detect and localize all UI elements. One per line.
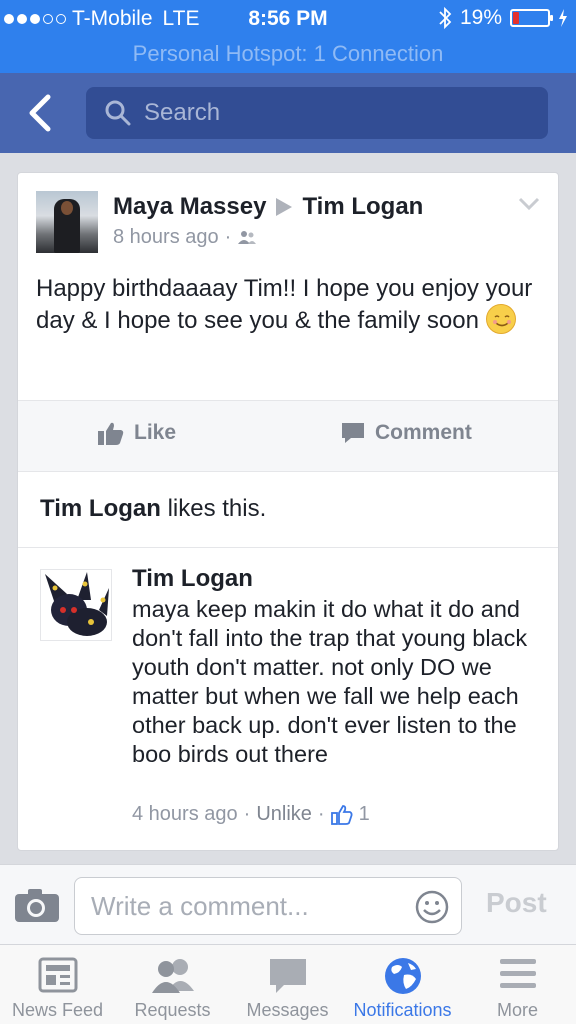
post-header: Maya Massey Tim Logan: [113, 193, 423, 221]
post-text: Happy birthdaaaay Tim!! I hope you enjoy…: [36, 275, 533, 334]
post-timestamp[interactable]: 8 hours ago: [113, 226, 219, 249]
search-placeholder: Search: [144, 99, 221, 126]
like-label: Like: [134, 421, 177, 444]
requests-icon: [151, 959, 194, 993]
avatar-face: [61, 201, 73, 215]
comment-box: [74, 877, 462, 935]
post-card: Maya Massey Tim Logan 8 hours ago · Happ…: [17, 172, 559, 851]
tab-more[interactable]: More: [460, 945, 575, 1024]
post-meta: 8 hours ago ·: [113, 226, 257, 249]
thumbs-up-icon: [98, 422, 124, 445]
comment-text: maya keep makin it do what it do and don…: [132, 596, 528, 767]
tab-requests[interactable]: Requests: [115, 945, 230, 1024]
post-body: Happy birthdaaaay Tim!! I hope you enjoy…: [36, 273, 541, 337]
charging-icon: [559, 9, 567, 27]
arrow-right-icon: [276, 198, 293, 216]
tab-messages[interactable]: Messages: [230, 945, 345, 1024]
tab-label: Requests: [134, 1000, 211, 1020]
comment-button[interactable]: Comment: [341, 421, 472, 445]
thumbs-up-outline-icon: [330, 804, 353, 825]
unlike-button[interactable]: Unlike: [256, 803, 312, 826]
back-chevron-icon: [29, 94, 51, 132]
tab-bar: News Feed Requests Messages Notification…: [0, 944, 576, 1024]
battery-percent: 19%: [459, 6, 502, 29]
comment-timestamp: 4 hours ago: [132, 803, 238, 825]
comment-icon: [342, 423, 364, 443]
nav-bar: Search: [0, 73, 576, 153]
hotspot-banner[interactable]: Personal Hotspot: 1 Connection: [0, 40, 576, 73]
post-target-link[interactable]: Tim Logan: [302, 193, 423, 221]
umbreon-avatar-icon: [45, 572, 109, 636]
status-bar: T-Mobile LTE 8:56 PM 19%: [0, 0, 576, 40]
commenter-avatar[interactable]: [40, 569, 112, 641]
divider: [18, 547, 558, 548]
like-button[interactable]: Like: [98, 421, 176, 445]
friends-audience-icon: [238, 230, 257, 244]
smiling-emoji-icon: [485, 303, 516, 334]
search-icon: [105, 100, 131, 126]
back-button[interactable]: [22, 91, 62, 135]
tab-label: More: [496, 1000, 538, 1020]
comment-composer: Post: [0, 864, 576, 944]
likes-summary[interactable]: Tim Logan likes this.: [40, 495, 266, 523]
comment-like-count[interactable]: 1: [359, 803, 370, 826]
sticker-button[interactable]: [415, 890, 449, 929]
comment-input[interactable]: [91, 890, 401, 922]
likes-suffix: likes this.: [167, 495, 267, 522]
meta-separator: ·: [243, 803, 251, 825]
battery-level: [513, 12, 519, 24]
tab-label: News Feed: [11, 1000, 104, 1020]
liker-name[interactable]: Tim Logan: [40, 495, 161, 522]
menu-icon: [499, 959, 536, 988]
chevron-down-icon: [518, 197, 540, 211]
globe-icon: [384, 958, 421, 994]
news-feed-icon: [38, 957, 77, 993]
search-bar[interactable]: Search: [86, 87, 548, 139]
messages-icon: [269, 959, 306, 993]
tab-news-feed[interactable]: News Feed: [0, 945, 115, 1024]
tab-label: Notifications: [353, 1000, 452, 1020]
author-avatar[interactable]: [36, 191, 98, 253]
tab-notifications[interactable]: Notifications: [345, 945, 460, 1024]
smiley-icon: [415, 890, 449, 924]
post-button[interactable]: Post: [486, 887, 547, 919]
comment-author-link[interactable]: Tim Logan: [132, 565, 253, 593]
tab-label: Messages: [246, 1000, 329, 1020]
bluetooth-icon: [439, 6, 452, 30]
comment-meta: 4 hours ago · Unlike · 1: [132, 803, 370, 826]
meta-separator: ·: [317, 803, 325, 825]
post-options-button[interactable]: [518, 197, 540, 216]
camera-button[interactable]: [14, 887, 60, 928]
battery-icon: [510, 9, 553, 27]
camera-icon: [15, 889, 59, 922]
post-actions: Like Comment: [18, 400, 558, 472]
meta-separator: ·: [224, 226, 232, 248]
status-right: 19%: [438, 6, 568, 30]
comment-label: Comment: [375, 421, 472, 444]
post-author-link[interactable]: Maya Massey: [113, 193, 266, 221]
